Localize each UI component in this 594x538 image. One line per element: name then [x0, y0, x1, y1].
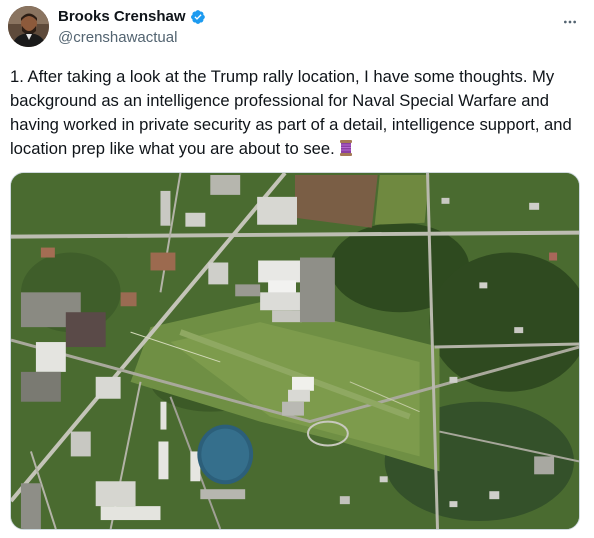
aerial-photo: [11, 173, 579, 529]
author-name-row[interactable]: Brooks Crenshaw: [58, 7, 206, 27]
tweet-media-image[interactable]: [10, 172, 580, 530]
author-display-name[interactable]: Brooks Crenshaw: [58, 7, 186, 27]
more-options-button[interactable]: [558, 10, 582, 34]
tweet-body: 1. After taking a look at the Trump rall…: [10, 65, 580, 161]
more-horizontal-icon: [564, 20, 576, 24]
author-handle[interactable]: @crenshawactual: [58, 28, 177, 48]
tweet-card: Brooks Crenshaw @crenshawactual 1. After…: [0, 0, 594, 538]
verified-badge-icon[interactable]: [190, 9, 206, 25]
tweet-text: 1. After taking a look at the Trump rall…: [10, 67, 572, 158]
avatar[interactable]: [8, 6, 49, 47]
avatar-image: [8, 6, 49, 47]
thread-spool-icon: [337, 139, 355, 157]
